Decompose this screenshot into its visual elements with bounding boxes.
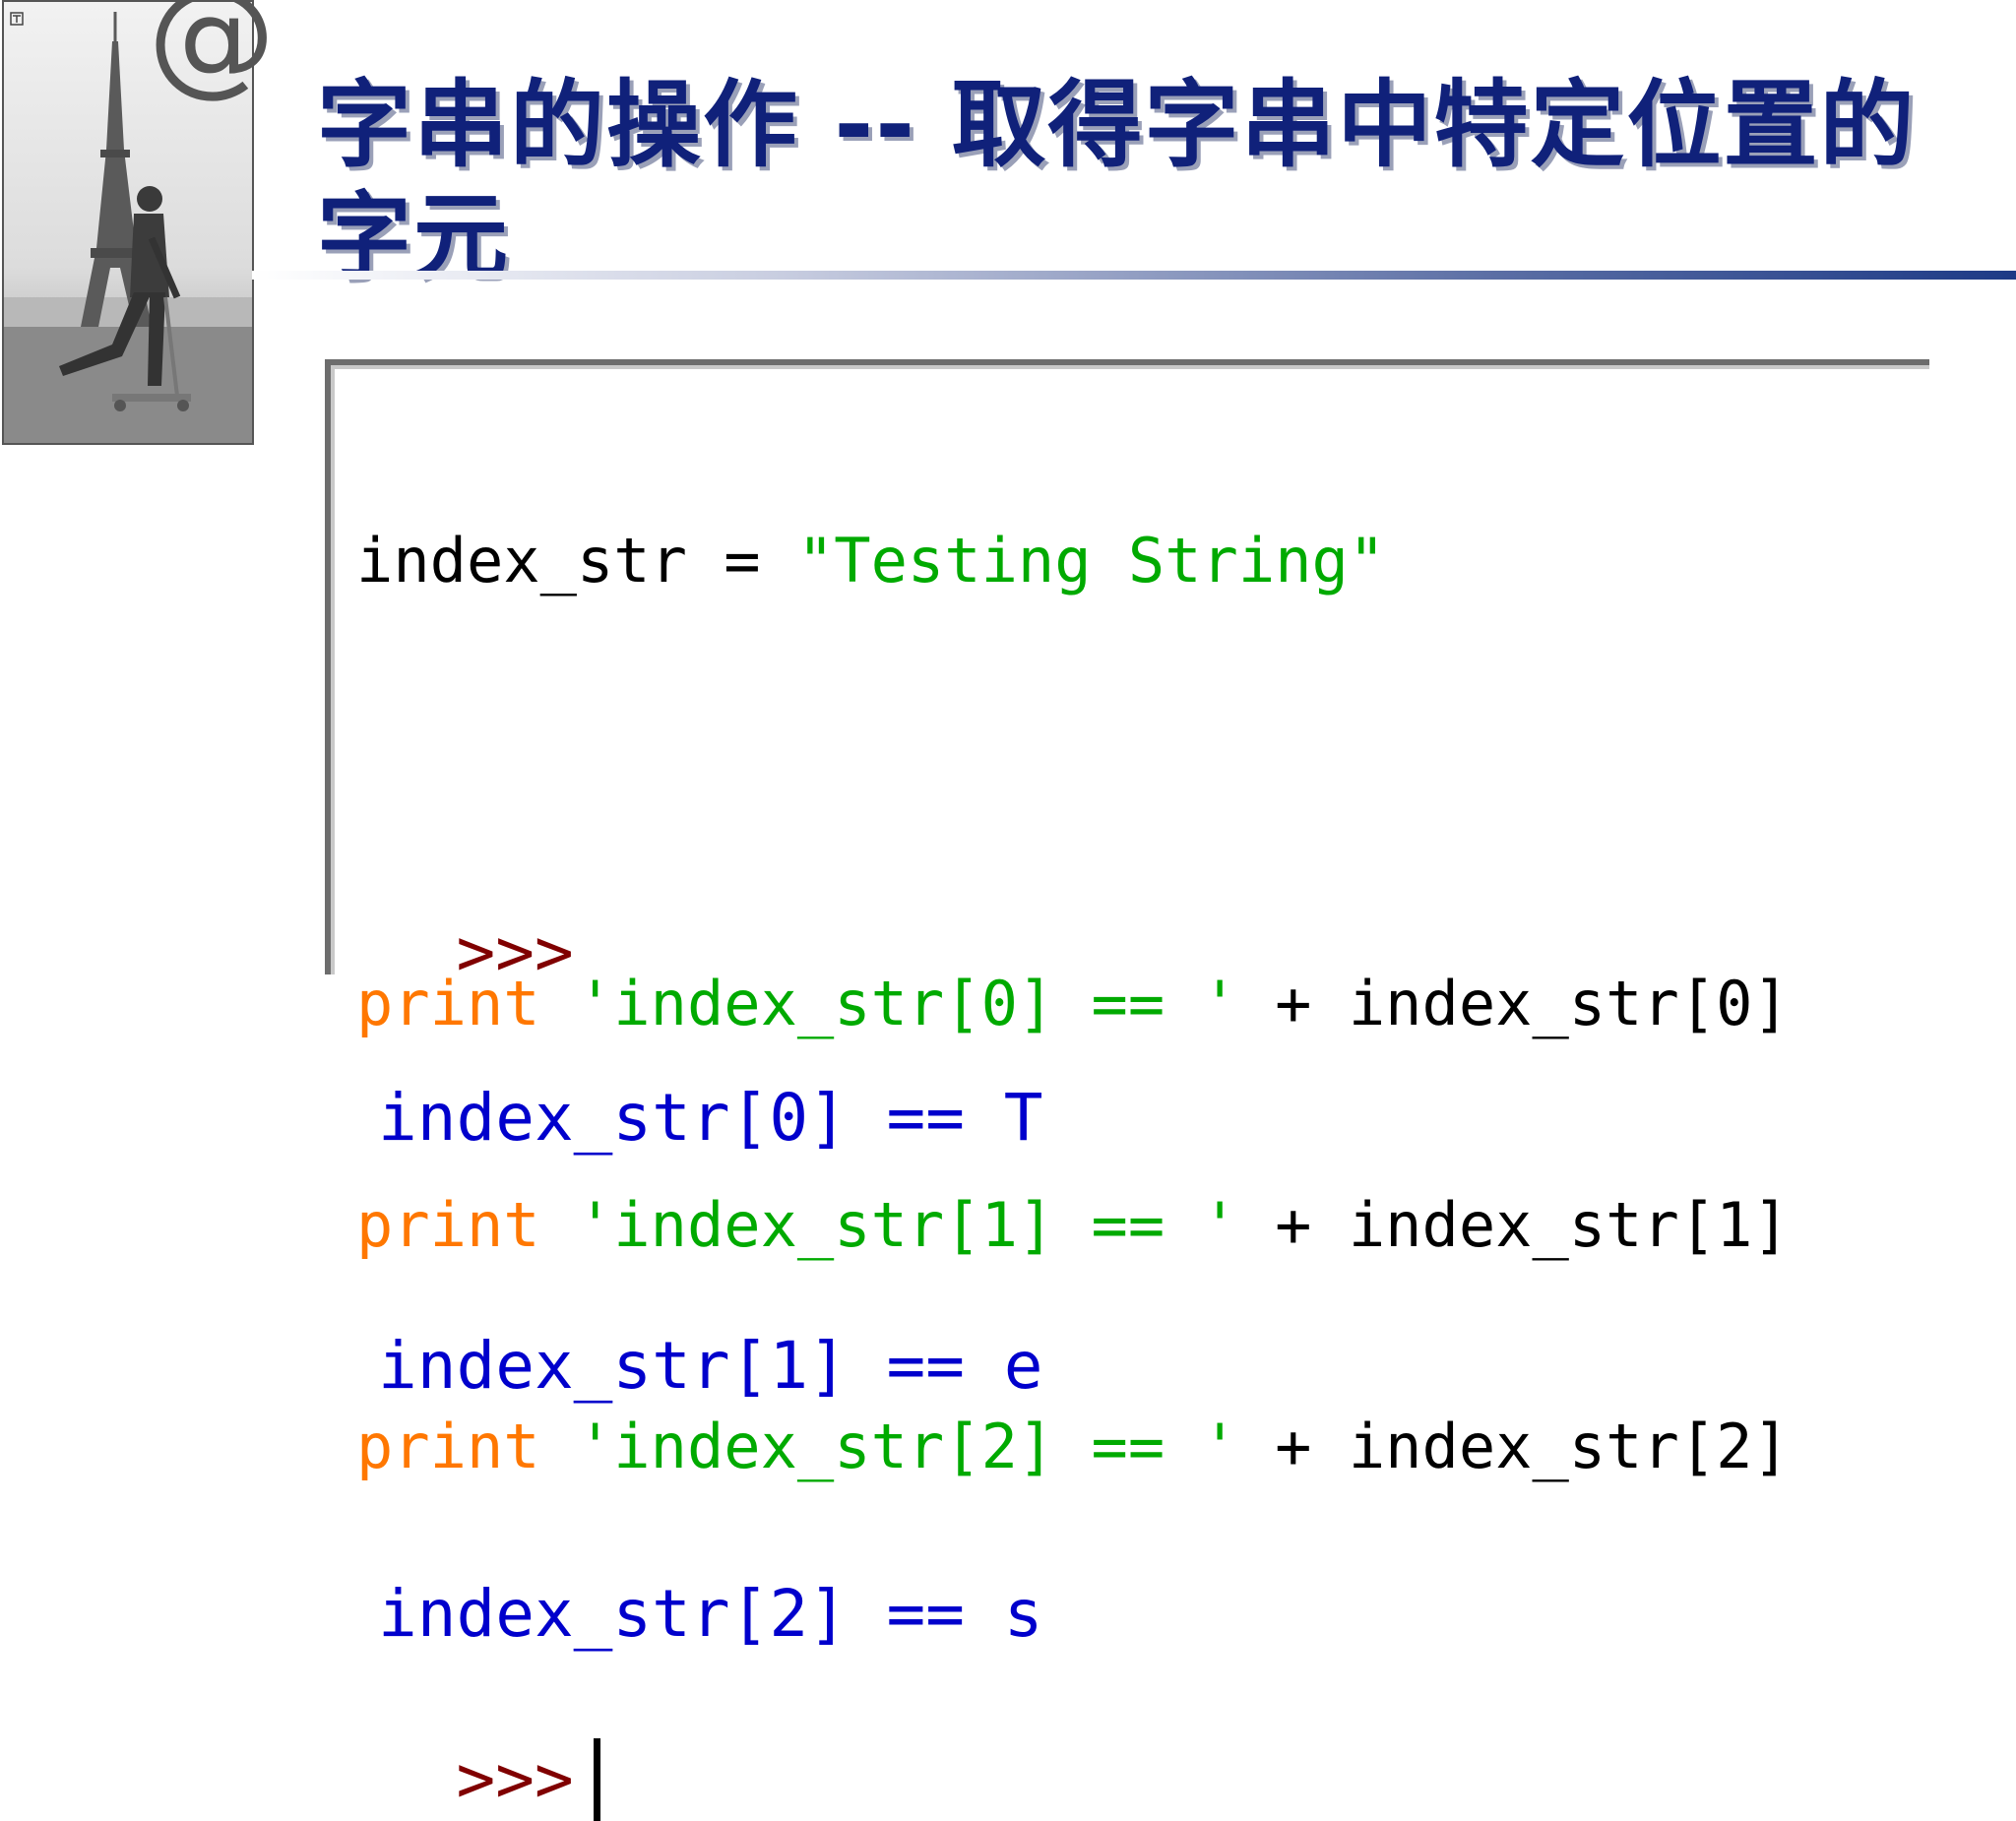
text-cursor [593, 1738, 600, 1821]
shell-prompt: >>> [456, 1741, 574, 1817]
at-symbol-icon: @ [148, 0, 276, 109]
output-line: index_str[0] == T [378, 1080, 1043, 1156]
page-title: 字串的操作 -- 取得字串中特定位置的字元 [317, 70, 1917, 292]
code-line-assign: index_str = "Testing String" [356, 524, 1790, 597]
code-operator: = [686, 525, 797, 597]
output-line: index_str[1] == e [378, 1328, 1043, 1404]
code-window-border-top-inner [325, 365, 1929, 369]
title-divider [252, 271, 2016, 280]
code-window-border-left-inner [331, 369, 335, 974]
code-expression: + index_str[1] [1237, 1189, 1790, 1261]
code-variable: index_str [356, 525, 687, 597]
output-line: index_str[2] == s [378, 1576, 1043, 1652]
code-string-literal: "Testing String" [796, 525, 1386, 597]
code-expression: + index_str[2] [1237, 1411, 1790, 1482]
code-expression: + index_str[0] [1237, 968, 1790, 1039]
shell-prompt: >>> [456, 914, 574, 990]
shell-output: >>> index_str[0] == T index_str[1] == e … [378, 829, 1043, 1821]
shell-input-line[interactable]: >>> [456, 1738, 600, 1821]
corner-mark-icon [10, 12, 24, 26]
